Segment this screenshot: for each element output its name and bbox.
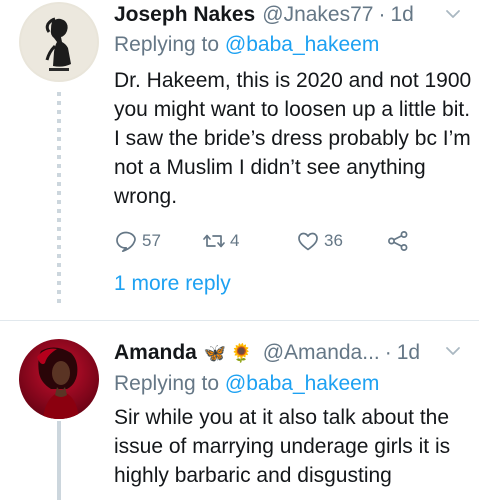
more-replies-link[interactable]: 1 more reply (114, 272, 231, 296)
reply-icon (116, 231, 136, 253)
reply-count: 57 (142, 231, 161, 250)
mention-link[interactable]: @baba_hakeem (225, 372, 379, 395)
tweet-header: Amanda 🦋 🌻 @Amanda... · 1d (114, 338, 469, 368)
tweet-joseph-nakes[interactable]: Joseph Nakes @Jnakes77 · 1d Replying to … (0, 0, 479, 320)
thread-line (57, 421, 61, 500)
separator: · (384, 341, 392, 364)
retweet-icon (203, 234, 225, 248)
retweet-count: 4 (230, 231, 240, 250)
replying-to-label: Replying to (114, 372, 220, 395)
butterfly-emoji: 🦋 (203, 343, 227, 363)
display-name[interactable]: Amanda (114, 341, 197, 365)
chevron-down-icon[interactable] (445, 6, 461, 22)
separator: · (378, 3, 386, 26)
replying-to: Replying to @baba_hakeem (114, 372, 379, 396)
user-handle[interactable]: @Jnakes77 (262, 3, 373, 27)
user-handle[interactable]: @Amanda... (263, 341, 380, 365)
like-button[interactable]: 36 (296, 226, 343, 256)
thread-line (57, 92, 61, 307)
like-count: 36 (324, 231, 343, 250)
reply-button[interactable]: 57 (114, 226, 161, 256)
tweet-header: Joseph Nakes @Jnakes77 · 1d (114, 0, 469, 30)
red-portrait-avatar-icon (19, 339, 99, 419)
tweet-text: Dr. Hakeem, this is 2020 and not 1900 yo… (114, 69, 472, 208)
mention-link[interactable]: @baba_hakeem (225, 33, 379, 56)
share-button[interactable] (386, 226, 410, 256)
heart-icon (298, 232, 318, 251)
tweet-text: Sir while you at it also talk about the … (114, 406, 451, 487)
replying-to: Replying to @baba_hakeem (114, 33, 379, 57)
timestamp[interactable]: 1d (397, 341, 420, 365)
chevron-down-icon[interactable] (445, 343, 461, 359)
tweet-actions: 57 4 36 (114, 226, 454, 256)
tweet-amanda[interactable]: Amanda 🦋 🌻 @Amanda... · 1d Replying to @… (0, 321, 479, 500)
sunflower-emoji: 🌻 (230, 343, 253, 363)
display-name[interactable]: Joseph Nakes (114, 3, 255, 27)
share-icon (388, 231, 408, 251)
avatar[interactable] (19, 2, 99, 82)
retweet-button[interactable]: 4 (202, 226, 239, 256)
avatar[interactable] (19, 339, 99, 419)
silhouette-avatar-icon (19, 2, 99, 82)
timestamp[interactable]: 1d (390, 3, 413, 27)
replying-to-label: Replying to (114, 33, 220, 56)
